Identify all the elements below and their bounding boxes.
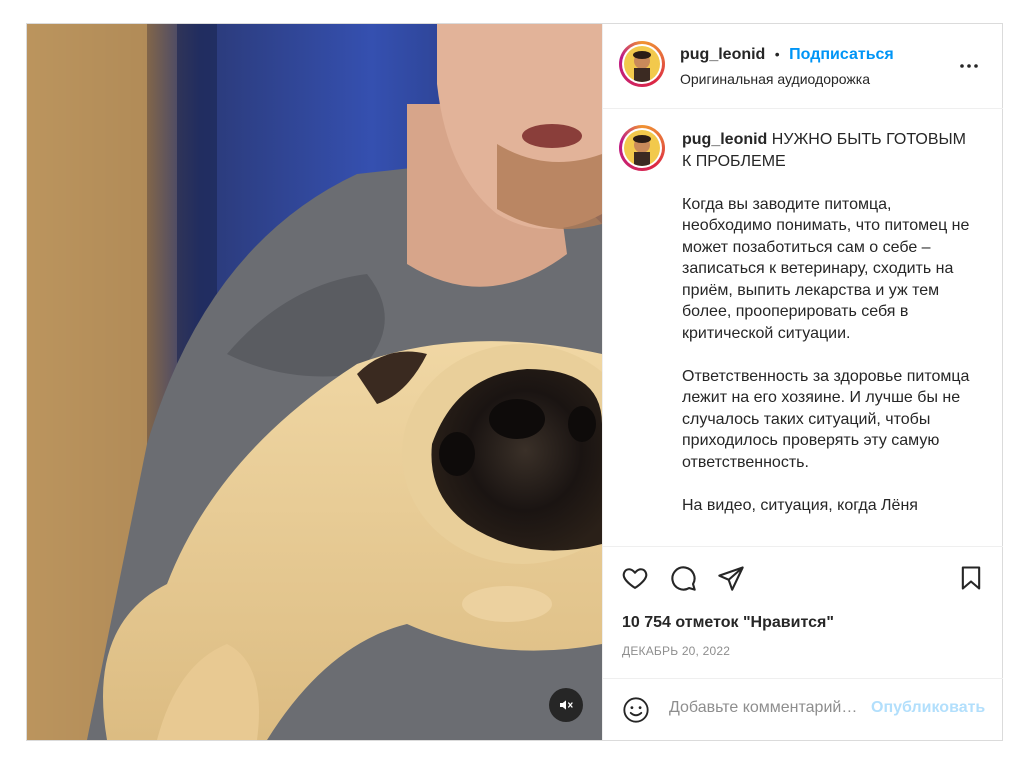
comment-bar: Добавьте комментарий… Опубликовать [603,678,1003,741]
caption-username[interactable]: pug_leonid [682,131,767,148]
header-title-row: pug_leonid • Подписаться [680,46,894,64]
comment-icon [671,566,696,591]
mute-button[interactable] [549,688,583,722]
emoji-icon [623,697,649,723]
action-bar [603,546,1003,597]
emoji-button[interactable] [622,696,650,724]
comment-input[interactable]: Добавьте комментарий… [669,699,869,717]
caption-title-line: pug_leonid НУЖНО БЫТЬ ГОТОВЫМ К ПРОБЛЕМЕ [682,129,972,172]
avatar[interactable] [619,41,665,87]
post-date[interactable]: ДЕКАБРЬ 20, 2022 [622,644,730,658]
post-card: pug_leonid • Подписаться Оригинальная ау… [26,23,1003,741]
header-username[interactable]: pug_leonid [680,46,765,63]
post-video[interactable] [27,24,602,740]
post-header: pug_leonid • Подписаться Оригинальная ау… [603,24,1003,109]
post-sidebar: pug_leonid • Подписаться Оригинальная ау… [602,24,1003,740]
caption-paragraph: Ответственность за здоровье питомца лежи… [682,367,970,471]
more-options-icon [960,64,978,68]
avatar-image [624,130,660,166]
follow-button[interactable]: Подписаться [789,46,894,63]
muted-speaker-icon [560,700,573,710]
share-icon [718,566,744,591]
audio-link[interactable]: Оригинальная аудиодорожка [680,71,870,87]
more-options-button[interactable] [957,54,981,78]
comment-button[interactable] [669,564,697,592]
caption-text: pug_leonid НУЖНО БЫТЬ ГОТОВЫМ К ПРОБЛЕМЕ… [682,129,972,538]
likes-count[interactable]: 10 754 отметок "Нравится" [622,614,834,632]
caption-paragraph: На видео, ситуация, когда Лёня [682,496,918,514]
caption-area: pug_leonid НУЖНО БЫТЬ ГОТОВЫМ К ПРОБЛЕМЕ… [603,109,1003,545]
separator-dot: • [774,46,780,62]
post-comment-button[interactable]: Опубликовать [871,699,985,717]
share-button[interactable] [717,564,745,592]
save-button[interactable] [957,564,985,592]
caption-paragraph: Когда вы заводите питомца, необходимо по… [682,195,970,342]
like-button[interactable] [621,564,649,592]
video-frame-illustration [27,24,602,740]
bookmark-icon [961,566,981,590]
avatar-image [624,46,660,82]
heart-icon [622,568,648,589]
caption-avatar[interactable] [619,125,665,171]
